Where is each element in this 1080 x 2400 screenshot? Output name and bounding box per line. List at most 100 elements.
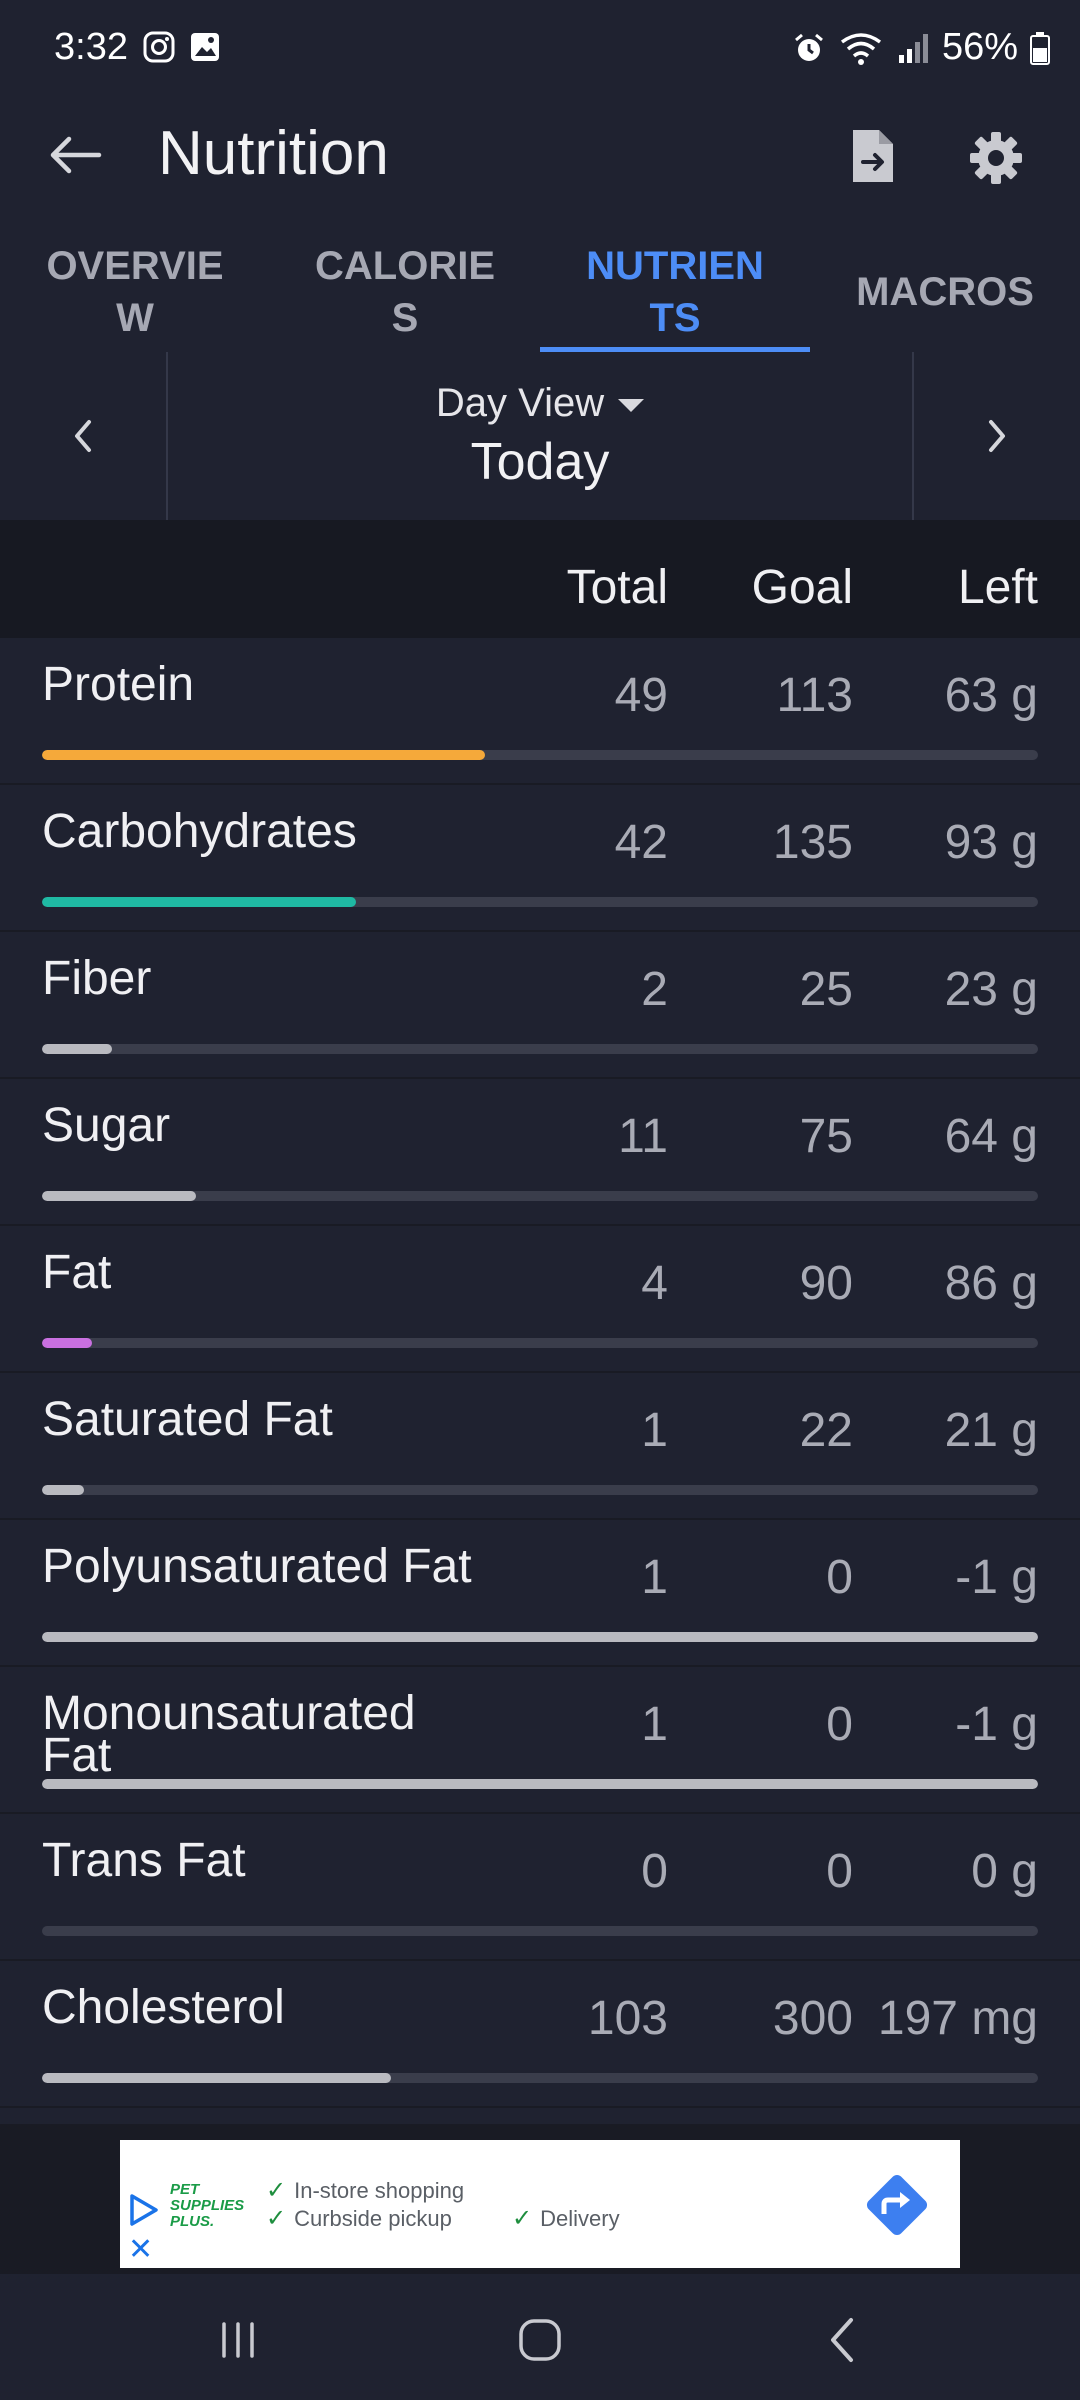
view-mode-dropdown[interactable]: Day View [435, 380, 645, 426]
nutrient-name: Protein [42, 658, 195, 711]
status-bar: 3:32 56% [0, 0, 1080, 96]
ad-feature-1-label: In-store shopping [294, 2177, 465, 2203]
ad-feature-3-label: Delivery [540, 2205, 620, 2231]
tab-bar: OVERVIEW CALORIES NUTRIENTS MACROS [0, 232, 1080, 352]
back-icon [831, 2318, 853, 2362]
back-arrow-icon [50, 136, 102, 174]
tab-nutrients[interactable]: NUTRIENTS [540, 232, 810, 352]
nutrient-goal: 0 [826, 1845, 853, 1898]
page-title: Nutrition [158, 119, 389, 188]
export-button[interactable] [838, 118, 908, 194]
nutrient-row-sugar[interactable]: Sugar 11 75 64 g [0, 1079, 1080, 1226]
ad-feature-2: ✓ Curbside pickup [266, 2204, 452, 2233]
recents-button[interactable] [208, 2310, 268, 2370]
date-display: Day View Today [168, 352, 912, 520]
nutrient-goal: 90 [799, 1257, 853, 1310]
tab-macros[interactable]: MACROS [810, 232, 1080, 352]
progress-track [42, 1632, 1038, 1642]
nutrient-left: 86 g [944, 1257, 1038, 1310]
current-date-label: Today [470, 432, 610, 491]
nutrient-row-trans-fat[interactable]: Trans Fat 0 0 0 g [0, 1814, 1080, 1961]
home-icon [519, 2319, 561, 2361]
nutrient-row-protein[interactable]: Protein 49 113 63 g [0, 638, 1080, 785]
nutrient-left: 64 g [944, 1110, 1038, 1163]
nutrient-goal: 0 [826, 1551, 853, 1604]
tab-overview-label: OVERVIEW [46, 244, 224, 340]
nutrient-left: -1 g [955, 1551, 1038, 1604]
export-file-icon [853, 130, 893, 182]
view-mode-label: Day View [435, 380, 605, 425]
app-bar: Nutrition [0, 96, 1080, 214]
column-left-header: Left [957, 561, 1038, 614]
next-day-button[interactable] [912, 352, 1080, 520]
nutrient-goal: 0 [826, 1698, 853, 1751]
nutrient-name: Monounsaturated Fat [42, 1687, 416, 1782]
nutrient-total: 2 [641, 963, 668, 1016]
progress-track [42, 1338, 1038, 1348]
nutrient-goal: 113 [776, 669, 853, 722]
column-total-header: Total [566, 561, 668, 614]
nutrient-row-cholesterol[interactable]: Cholesterol 103 300 197 mg [0, 1961, 1080, 2108]
progress-track [42, 1485, 1038, 1495]
progress-fill [42, 750, 486, 760]
check-icon: ✓ [266, 2177, 287, 2204]
ad-banner[interactable]: PET SUPPLIES PLUS. ✕ ✓ In-store shopping… [120, 2140, 960, 2268]
nutrient-total: 1 [641, 1698, 668, 1751]
tab-macros-label: MACROS [856, 270, 1034, 314]
progress-fill [42, 1779, 1038, 1789]
tab-calories-label: CALORIES [315, 244, 495, 340]
nutrient-name: Polyunsaturated Fat [42, 1540, 472, 1593]
progress-track [42, 1044, 1038, 1054]
nutrient-left: 0 g [971, 1845, 1038, 1898]
ad-close-button[interactable]: ✕ [128, 2232, 153, 2267]
ad-feature-2-label: Curbside pickup [294, 2205, 452, 2231]
status-right-icons: 56% [792, 26, 1050, 69]
tab-overview[interactable]: OVERVIEW [0, 232, 270, 352]
tab-nutrients-label: NUTRIENTS [586, 244, 764, 340]
nutrient-row-carbohydrates[interactable]: Carbohydrates 42 135 93 g [0, 785, 1080, 932]
column-goal-header: Goal [751, 561, 853, 614]
ad-feature-1: ✓ In-store shopping [266, 2176, 464, 2205]
progress-track [42, 1779, 1038, 1789]
progress-track [42, 1926, 1038, 1936]
nutrient-row-fiber[interactable]: Fiber 2 25 23 g [0, 932, 1080, 1079]
gallery-icon [191, 33, 219, 61]
check-icon: ✓ [266, 2205, 287, 2232]
nutrient-row-monounsaturated-fat[interactable]: Monounsaturated Fat 1 0 -1 g [0, 1667, 1080, 1814]
tab-calories[interactable]: CALORIES [270, 232, 540, 352]
ad-directions-button[interactable] [860, 2168, 934, 2242]
back-button[interactable] [40, 120, 110, 190]
ad-brand-line2: SUPPLIES [170, 2197, 245, 2214]
progress-fill [42, 1338, 92, 1348]
ad-brand-text: PET SUPPLIES PLUS. [170, 2182, 244, 2230]
progress-track [42, 1191, 1038, 1201]
nutrient-goal: 300 [772, 1992, 853, 2045]
date-navigator: Day View Today [0, 352, 1080, 520]
nutrient-row-polyunsaturated-fat[interactable]: Polyunsaturated Fat 1 0 -1 g [0, 1520, 1080, 1667]
home-button[interactable] [510, 2310, 570, 2370]
nutrient-left: 93 g [944, 816, 1038, 869]
nutrient-total: 1 [641, 1551, 668, 1604]
battery-percent: 56% [941, 26, 1018, 68]
previous-day-button[interactable] [0, 352, 168, 520]
settings-button[interactable] [958, 120, 1034, 196]
system-navigation-bar [0, 2274, 1080, 2400]
progress-track [42, 2073, 1038, 2083]
nutrient-row-saturated-fat[interactable]: Saturated Fat 1 22 21 g [0, 1373, 1080, 1520]
recents-icon [222, 2322, 254, 2358]
nutrient-goal: 25 [799, 963, 853, 1016]
status-left-icons [142, 30, 222, 64]
nutrient-row-fat[interactable]: Fat 4 90 86 g [0, 1226, 1080, 1373]
progress-track [42, 897, 1038, 907]
ad-area: PET SUPPLIES PLUS. ✕ ✓ In-store shopping… [0, 2124, 1080, 2274]
system-back-button[interactable] [812, 2310, 872, 2370]
nutrient-name: Cholesterol [42, 1981, 285, 2034]
nutrient-name: Fiber [42, 952, 152, 1005]
table-header: Total Goal Left [0, 520, 1080, 638]
ad-brand-line1: PET [170, 2181, 200, 2198]
nutrient-total: 49 [614, 669, 668, 722]
nutrient-goal: 135 [772, 816, 853, 869]
check-icon: ✓ [512, 2205, 533, 2232]
progress-fill [42, 1191, 197, 1201]
directions-icon [866, 2174, 928, 2236]
